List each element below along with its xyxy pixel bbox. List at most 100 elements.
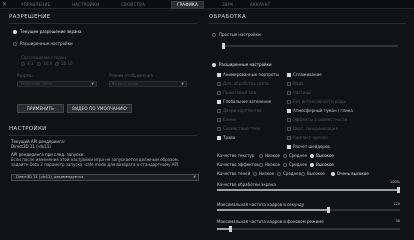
checkbox-label: Без интенсивности воды bbox=[293, 99, 346, 104]
checkbox-label: Атмосферный туман / глина bbox=[293, 108, 353, 113]
display-mode-label: Режим отображения bbox=[109, 73, 153, 78]
checkbox-label: Вода bbox=[293, 81, 304, 86]
max-fps-value: 120 bbox=[393, 202, 400, 206]
checkbox-label: Глобальное затенение bbox=[223, 99, 272, 104]
checkbox-label: Расчет шейдеров bbox=[293, 144, 330, 149]
slider-fill bbox=[217, 189, 400, 191]
close-icon[interactable]: ✕ bbox=[2, 1, 7, 8]
tab-properties[interactable]: СВОЙСТВА bbox=[121, 2, 145, 8]
checkbox-left_checks-1[interactable] bbox=[217, 82, 221, 86]
advanced-resolution-label: Расширенные настройки bbox=[20, 41, 73, 46]
render-api-dropdown[interactable]: Direct3D 11 (-dx11), рекомендуется ▼ bbox=[11, 174, 199, 181]
max-fps-slider[interactable] bbox=[217, 207, 400, 213]
display-mode-dropdown-value: Во весь экран bbox=[112, 82, 139, 86]
advanced-resolution-radio[interactable] bbox=[13, 42, 17, 46]
render-api-dropdown-value: Direct3D 11 (-dx11), рекомендуется bbox=[16, 175, 84, 179]
tab-controls[interactable]: УПРАВЛЕНИЕ bbox=[21, 2, 50, 8]
advanced-settings-label: Расширенные настройки bbox=[219, 62, 272, 67]
texture-option-label: Среднее bbox=[289, 153, 308, 158]
tab-settings[interactable]: НАСТРОЙКИ bbox=[72, 2, 99, 8]
aspect-4-3-radio[interactable] bbox=[21, 62, 25, 66]
chevron-down-icon: ▼ bbox=[193, 175, 196, 179]
resolution-dropdown[interactable]: 1920x1080 (16:9) ▼ bbox=[17, 81, 97, 87]
effects-option-label: Среднее bbox=[289, 162, 308, 167]
render-title: ОБРАБОТКА bbox=[209, 14, 247, 20]
slider-thumb[interactable] bbox=[397, 187, 400, 193]
shadow-quality-label: Качество теней bbox=[217, 171, 251, 176]
top-nav-bar: ✕ УПРАВЛЕНИЕ НАСТРОЙКИ СВОЙСТВА ГРАФИКА … bbox=[0, 0, 414, 9]
checkbox-right_checks-2[interactable] bbox=[287, 91, 291, 95]
slider-thumb[interactable] bbox=[327, 207, 331, 213]
simple-quality-slider[interactable] bbox=[222, 43, 398, 49]
texture-option-label: Высокое bbox=[316, 153, 334, 158]
checkbox-right_checks-6[interactable] bbox=[287, 127, 291, 131]
aspect-16-10-radio[interactable] bbox=[55, 62, 59, 66]
aspect-ratio-label: Соотношение сторон bbox=[21, 55, 66, 60]
shadow-option-label: Низкое bbox=[259, 171, 275, 176]
slider-thumb[interactable] bbox=[228, 226, 232, 232]
shadow-option-radio[interactable] bbox=[331, 172, 335, 176]
tab-account[interactable]: АККАУНТ bbox=[250, 2, 270, 8]
checkbox-label: Частицы bbox=[293, 90, 312, 95]
checkbox-right_checks-0[interactable] bbox=[287, 73, 291, 77]
max-fps-background-slider[interactable] bbox=[217, 226, 400, 232]
api-note-body: Если после изменения этой настройки игра… bbox=[11, 157, 180, 167]
checkbox-right_checks-4[interactable] bbox=[287, 109, 291, 113]
display-mode-dropdown[interactable]: Во весь экран ▼ bbox=[109, 81, 187, 87]
simple-settings-radio[interactable] bbox=[212, 33, 216, 37]
checkbox-label: Двери карттингов bbox=[223, 108, 262, 113]
chevron-down-icon: ▼ bbox=[91, 82, 94, 86]
aspect-16-9-radio[interactable] bbox=[37, 62, 41, 66]
checkbox-left_checks-7[interactable] bbox=[217, 136, 221, 140]
checkbox-label: Блики bbox=[223, 117, 236, 122]
effects-option-label: Низкое bbox=[265, 162, 281, 167]
texture-option-radio[interactable] bbox=[310, 154, 314, 158]
checkbox-label: Компакт-аренан bbox=[293, 135, 328, 140]
tab-sound[interactable]: ЗВУК bbox=[222, 2, 233, 8]
render-scale-label: Качество обработки экрана bbox=[217, 182, 276, 187]
simple-settings-label: Простые настройки bbox=[219, 32, 261, 37]
resolution-divider bbox=[9, 23, 197, 24]
effects-option-radio[interactable] bbox=[259, 163, 263, 167]
effects-option-radio[interactable] bbox=[310, 163, 314, 167]
checkbox-right_checks-5[interactable] bbox=[287, 118, 291, 122]
render-scale-slider[interactable] bbox=[217, 187, 400, 193]
resolution-label: Разреш. bbox=[17, 73, 34, 78]
checkbox-right_checks-8[interactable] bbox=[287, 145, 291, 149]
texture-option-radio[interactable] bbox=[283, 154, 287, 158]
checkbox-left_checks-4[interactable] bbox=[217, 109, 221, 113]
checkbox-label: Эффекты в совместности bbox=[293, 117, 348, 122]
settings-divider bbox=[9, 135, 197, 136]
slider-thumb[interactable] bbox=[222, 43, 225, 49]
checkbox-right_checks-1[interactable] bbox=[287, 82, 291, 86]
current-api-line2: Direct3D 11 (-dx11) bbox=[11, 144, 51, 149]
render-divider bbox=[209, 23, 406, 24]
effects-option-label: Высокое bbox=[316, 162, 334, 167]
tab-graphics[interactable]: ГРАФИКА bbox=[171, 1, 204, 9]
checkbox-right_checks-7[interactable] bbox=[287, 136, 291, 140]
checkbox-left_checks-2[interactable] bbox=[217, 91, 221, 95]
checkbox-right_checks-3[interactable] bbox=[287, 100, 291, 104]
effects-quality-label: Качество эффектов bbox=[217, 162, 259, 167]
checkbox-left_checks-6[interactable] bbox=[217, 127, 221, 131]
shadow-option-radio[interactable] bbox=[301, 172, 305, 176]
shadow-option-label: Высокое bbox=[307, 171, 325, 176]
slider-fill bbox=[217, 209, 331, 211]
apply-button[interactable]: ПРИМЕНИТЬ bbox=[17, 104, 64, 113]
default-video-button[interactable]: ВИДЕО ПО УМОЛЧАНИЮ bbox=[67, 104, 132, 113]
use-current-resolution-radio[interactable] bbox=[13, 30, 17, 34]
shadow-option-radio[interactable] bbox=[277, 172, 281, 176]
advanced-settings-radio[interactable] bbox=[212, 63, 216, 67]
effects-option-radio[interactable] bbox=[283, 163, 287, 167]
checkbox-left_checks-3[interactable] bbox=[217, 100, 221, 104]
max-fps-background-value: 30 bbox=[395, 219, 400, 223]
checkbox-left_checks-0[interactable] bbox=[217, 73, 221, 77]
texture-option-radio[interactable] bbox=[259, 154, 263, 158]
checkbox-label: Сглаживание bbox=[293, 72, 322, 77]
texture-option-label: Низкое bbox=[265, 153, 281, 158]
use-current-resolution-label: Текущее разрешение экрана bbox=[20, 29, 82, 34]
checkbox-left_checks-5[interactable] bbox=[217, 118, 221, 122]
checkbox-label: Пошаговый вид bbox=[223, 90, 257, 95]
resolution-title: РАЗРЕШЕНИЕ bbox=[9, 14, 51, 20]
shadow-option-radio[interactable] bbox=[253, 172, 257, 176]
